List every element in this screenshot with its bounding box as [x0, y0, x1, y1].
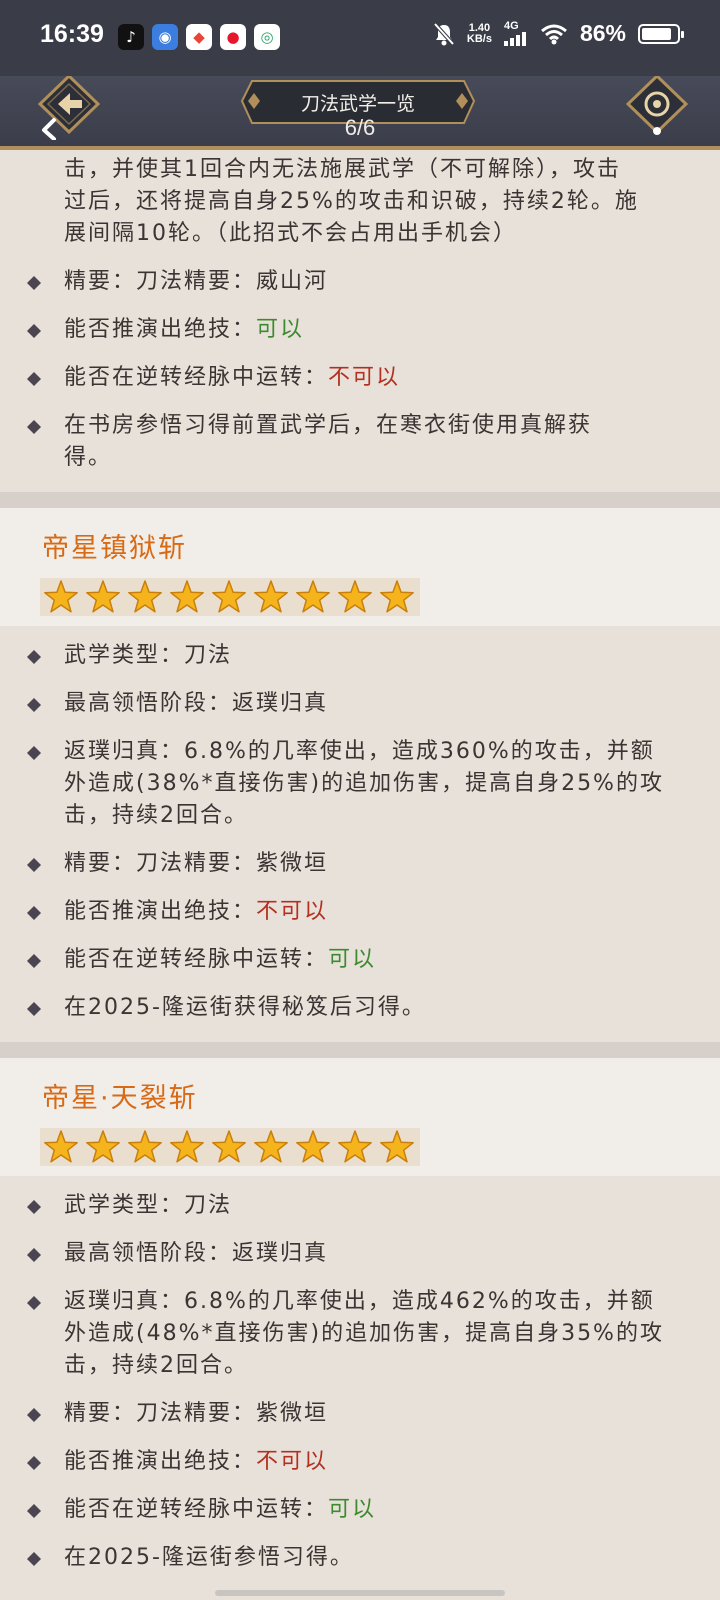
- source-row: 在2025-隆运街参悟习得。: [0, 1542, 720, 1574]
- diamond-bullet-icon: [27, 372, 41, 386]
- diamond-bullet-icon: [27, 858, 41, 872]
- star-icon: [44, 1130, 78, 1163]
- status-value: 可以: [328, 947, 377, 972]
- star-icon: [380, 580, 414, 613]
- home-indicator[interactable]: [215, 1590, 505, 1596]
- diamond-bullet-icon: [27, 1248, 41, 1262]
- diamond-bullet-icon: [27, 1552, 41, 1566]
- star-icon: [86, 580, 120, 613]
- wifi-icon: [540, 24, 567, 44]
- star-icon: [170, 580, 204, 613]
- status-right: 1.40 KB/s 4G 86%: [433, 20, 684, 47]
- essence-row: 精要：刀法精要：紫微垣: [0, 848, 720, 880]
- source-row: 在2025-隆运街获得秘笈后习得。: [0, 992, 720, 1024]
- weapon-type-row: 武学类型：刀法: [0, 1190, 720, 1222]
- diamond-bullet-icon: [27, 1002, 41, 1016]
- network-speed: 1.40 KB/s: [466, 21, 492, 45]
- status-value: 不可以: [256, 1449, 329, 1474]
- help-button[interactable]: [622, 73, 692, 140]
- max-stage-row: 最高领悟阶段：返璞归真: [0, 688, 720, 720]
- previous-skill-description: 击，并使其1回合内无法施展武学（不可解除），攻击 过后，还将提高自身25%的攻击…: [64, 157, 639, 246]
- battery-percent: 86%: [579, 20, 626, 46]
- page-indicator: 6/6: [344, 115, 376, 140]
- max-stage-row: 最高领悟阶段：返璞归真: [0, 1238, 720, 1270]
- star-icon: [296, 1130, 330, 1163]
- star-icon: [254, 1130, 288, 1163]
- skill-header: 帝星镇狱斩: [0, 508, 720, 626]
- star-icon: [338, 1130, 372, 1163]
- star-icon: [296, 580, 330, 613]
- meridian-row: 能否在逆转经脉中运转：可以: [0, 1494, 720, 1526]
- star-icon: [254, 580, 288, 613]
- star-icon: [380, 1130, 414, 1163]
- status-bar: 16:39 ♪ ◉ ◆ ● ◎ 1.40 KB/s 4G 86%: [0, 0, 720, 76]
- skill-title: 帝星·天裂斩: [42, 1083, 198, 1114]
- cellular-signal-icon: 4G: [503, 21, 528, 46]
- status-value: 不可以: [328, 365, 401, 390]
- effect-row: 返璞归真：6.8%的几率使出，造成462%的攻击，并额 外造成(48%*直接伤害…: [0, 1286, 720, 1382]
- diamond-bullet-icon: [27, 1200, 41, 1214]
- mobile-carrier-icon: ◎: [254, 24, 280, 50]
- app-blue-icon: ◉: [152, 24, 178, 50]
- notification-icons: ♪ ◉ ◆ ● ◎: [118, 24, 280, 50]
- star-icon: [212, 580, 246, 613]
- diamond-bullet-icon: [27, 324, 41, 338]
- deduce-row: 能否推演出绝技：不可以: [0, 896, 720, 928]
- star-icon: [128, 1130, 162, 1163]
- diamond-bullet-icon: [27, 746, 41, 760]
- star-icon: [86, 1130, 120, 1163]
- diamond-bullet-icon: [27, 420, 41, 434]
- star-icon: [128, 580, 162, 613]
- lantern-icon: [625, 73, 689, 135]
- diamond-bullet-icon: [27, 1504, 41, 1518]
- effect-row: 返璞归真：6.8%的几率使出，造成360%的攻击，并额 外造成(38%*直接伤害…: [0, 736, 720, 832]
- star-icon: [338, 580, 372, 613]
- content-list[interactable]: 击，并使其1回合内无法施展武学（不可解除），攻击 过后，还将提高自身25%的攻击…: [0, 150, 720, 1574]
- deduce-row: 能否推演出绝技：不可以: [0, 1446, 720, 1478]
- meridian-row: 能否在逆转经脉中运转：不可以: [0, 362, 720, 394]
- diamond-bullet-icon: [27, 1408, 41, 1422]
- star-icon: [44, 580, 78, 613]
- diamond-bullet-icon: [27, 954, 41, 968]
- diamond-bullet-icon: [27, 276, 41, 290]
- diamond-bullet-icon: [27, 1296, 41, 1310]
- weapon-type-row: 武学类型：刀法: [0, 640, 720, 672]
- essence-row: 精要：刀法精要：威山河: [0, 266, 720, 298]
- deduce-row: 能否推演出绝技：可以: [0, 314, 720, 346]
- mute-bell-icon: [433, 22, 455, 45]
- status-value: 可以: [256, 317, 305, 342]
- star-icon: [212, 1130, 246, 1163]
- meridian-row: 能否在逆转经脉中运转：可以: [0, 944, 720, 976]
- diamond-bullet-icon: [27, 650, 41, 664]
- star-rating: [40, 578, 420, 616]
- top-header: 刀法武学一览 6/6: [0, 73, 720, 150]
- section-separator: [0, 1042, 720, 1058]
- map-pin-icon: ◆: [186, 24, 212, 50]
- status-time: 16:39: [40, 20, 104, 48]
- diamond-bullet-icon: [27, 698, 41, 712]
- page-title: 刀法武学一览: [300, 93, 415, 115]
- weibo-icon: ●: [220, 24, 246, 50]
- star-icon: [170, 1130, 204, 1163]
- diamond-bullet-icon: [27, 1456, 41, 1470]
- source-row: 在书房参悟习得前置武学后，在寒衣街使用真解获 得。: [0, 410, 720, 474]
- star-rating: [40, 1128, 420, 1166]
- skill-title: 帝星镇狱斩: [42, 533, 187, 564]
- battery-icon: [638, 23, 684, 44]
- essence-row: 精要：刀法精要：紫微垣: [0, 1398, 720, 1430]
- status-value: 可以: [328, 1497, 377, 1522]
- section-separator: [0, 492, 720, 508]
- skill-header: 帝星·天裂斩: [0, 1058, 720, 1176]
- diamond-bullet-icon: [27, 906, 41, 920]
- status-value: 不可以: [256, 899, 329, 924]
- tiktok-icon: ♪: [118, 24, 144, 50]
